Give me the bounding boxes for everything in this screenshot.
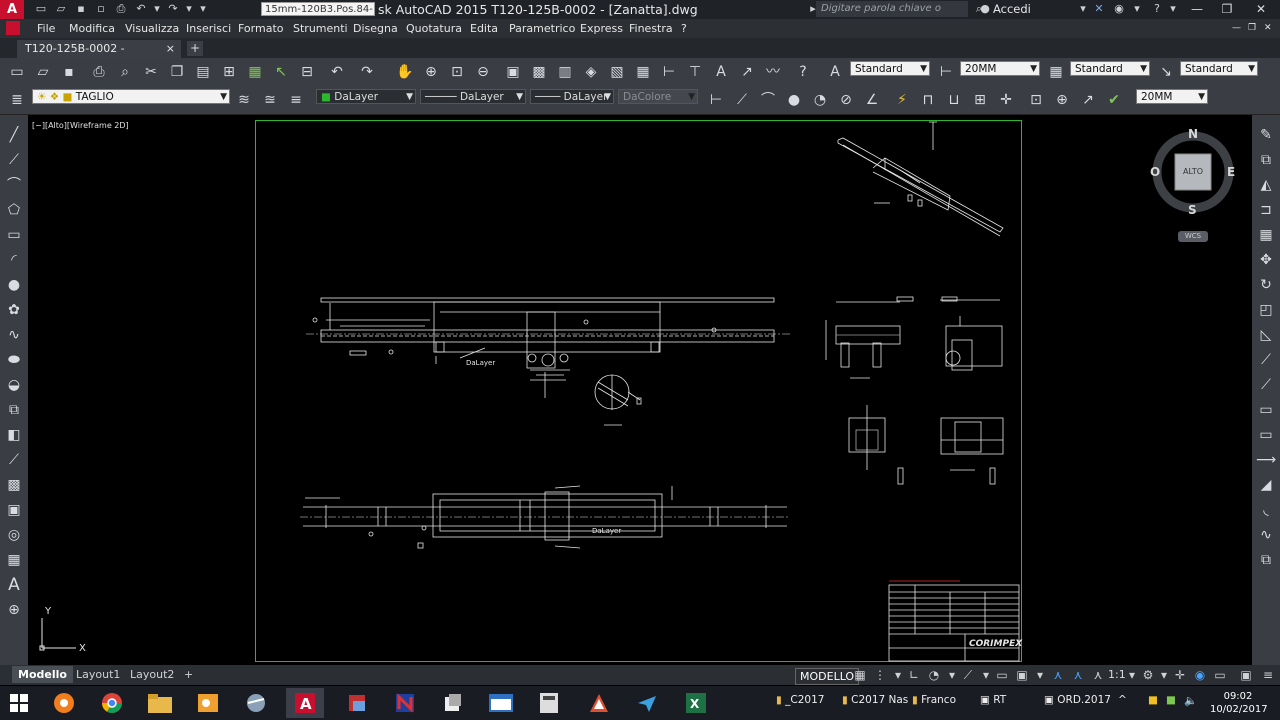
dalayer-label-1: DaLayer xyxy=(466,359,495,367)
workspace-gear-icon[interactable]: ⚙ xyxy=(1140,667,1156,683)
snap-icon[interactable]: ⋮ xyxy=(872,667,888,683)
autocad-task-icon[interactable]: A xyxy=(286,688,324,718)
viewcube-west[interactable]: O xyxy=(1150,165,1160,179)
tab-model[interactable]: Modello xyxy=(12,666,73,683)
wcs-menu[interactable]: WCS xyxy=(1178,231,1208,242)
app-icon-6[interactable] xyxy=(580,688,618,718)
system-clock[interactable]: 09:02 10/02/2017 xyxy=(1210,690,1268,716)
clock-time: 09:02 xyxy=(1223,691,1253,702)
svg-text:A: A xyxy=(300,695,312,713)
hardware-acceleration-icon[interactable]: ▭ xyxy=(1212,667,1228,683)
tray-overflow-icon[interactable]: ^ xyxy=(1118,694,1127,706)
drawing-svg: DaLayer DaLayer CORIMPEX Y X xyxy=(39,121,1023,662)
tray-app-icon-1[interactable]: ■ xyxy=(1148,694,1158,706)
scale-dropdown-icon[interactable]: ▾ xyxy=(1124,667,1140,683)
ortho-icon[interactable]: ∟ xyxy=(906,667,922,683)
isodraft-icon[interactable]: ⟋ xyxy=(960,667,976,683)
tab-layout2[interactable]: Layout2 xyxy=(124,666,180,683)
polar-dropdown-icon[interactable]: ▾ xyxy=(944,667,960,683)
top-view xyxy=(300,485,790,549)
tray-folder-c2017[interactable]: ▮ _C2017 xyxy=(776,694,824,706)
workspace-dropdown-icon[interactable]: ▾ xyxy=(1156,667,1172,683)
clean-screen-icon[interactable]: ▣ xyxy=(1238,667,1254,683)
viewcube-face-top[interactable]: ALTO xyxy=(1178,167,1208,176)
section-views xyxy=(825,296,1004,485)
svg-text:X: X xyxy=(690,697,700,711)
app-icon-7[interactable] xyxy=(628,688,666,718)
clock-date: 10/02/2017 xyxy=(1210,704,1268,715)
polar-icon[interactable]: ◔ xyxy=(926,667,942,683)
object-snap-icon[interactable]: ▣ xyxy=(1014,667,1030,683)
file-explorer-icon[interactable] xyxy=(141,688,179,718)
model-space-button[interactable]: MODELLO xyxy=(795,668,860,685)
settings-app-icon[interactable] xyxy=(45,688,83,718)
outlook-icon[interactable] xyxy=(189,688,227,718)
isodraft-dropdown-icon[interactable]: ▾ xyxy=(978,667,994,683)
title-block xyxy=(888,580,1020,662)
app-icon-5[interactable] xyxy=(482,688,520,718)
windows-start-icon[interactable] xyxy=(0,688,38,718)
viewcube-east[interactable]: E xyxy=(1227,165,1235,179)
calculator-icon[interactable] xyxy=(530,688,568,718)
tray-ord2017[interactable]: ▣ ORD.2017 xyxy=(1044,694,1111,706)
isometric-view xyxy=(837,121,1004,237)
viewcube-north[interactable]: N xyxy=(1188,127,1198,141)
ucs-x-label: X xyxy=(79,643,86,654)
object-snap-dropdown-icon[interactable]: ▾ xyxy=(1032,667,1048,683)
grid-icon[interactable]: ▦ xyxy=(852,667,868,683)
excel-icon[interactable]: X xyxy=(677,688,715,718)
tab-layout1[interactable]: Layout1 xyxy=(70,666,126,683)
app-icon-4[interactable] xyxy=(434,688,472,718)
viewcube-south[interactable]: S xyxy=(1188,203,1197,217)
viewcube[interactable]: N S E O ALTO xyxy=(1150,127,1236,217)
customization-icon[interactable]: ≡ xyxy=(1260,667,1276,683)
app-icon-2[interactable] xyxy=(338,688,376,718)
app-icon-1[interactable] xyxy=(237,688,275,718)
isolate-objects-icon[interactable]: ◉ xyxy=(1192,667,1208,683)
dalayer-label-2: DaLayer xyxy=(592,527,621,535)
snap-dropdown-icon[interactable]: ▾ xyxy=(890,667,906,683)
annotation-scale-icon[interactable]: ⋏ xyxy=(1090,667,1106,683)
annotation-visibility-icon[interactable]: ⋏ xyxy=(1050,667,1066,683)
chrome-icon[interactable] xyxy=(93,688,131,718)
auto-scale-icon[interactable]: ⋏ xyxy=(1070,667,1086,683)
tray-folder-c2017-nas[interactable]: ▮ C2017 Nas xyxy=(842,694,908,706)
annotation-monitor-icon[interactable]: ✛ xyxy=(1172,667,1188,683)
app-icon-3[interactable] xyxy=(386,688,424,718)
front-view xyxy=(306,297,790,398)
ucs-icon xyxy=(39,618,76,651)
tray-folder-franco[interactable]: ▮ Franco xyxy=(912,694,956,706)
detail-circle-view xyxy=(594,374,642,426)
titleblock-company: CORIMPEX xyxy=(969,639,1023,649)
tray-app-icon-2[interactable]: ■ xyxy=(1166,694,1176,706)
object-snap-tracking-icon[interactable]: ▭ xyxy=(994,667,1010,683)
ucs-y-label: Y xyxy=(44,606,52,617)
tray-rt[interactable]: ▣ RT xyxy=(980,694,1006,706)
volume-icon[interactable]: 🔈 xyxy=(1184,694,1197,707)
add-layout-button[interactable]: + xyxy=(178,666,199,683)
